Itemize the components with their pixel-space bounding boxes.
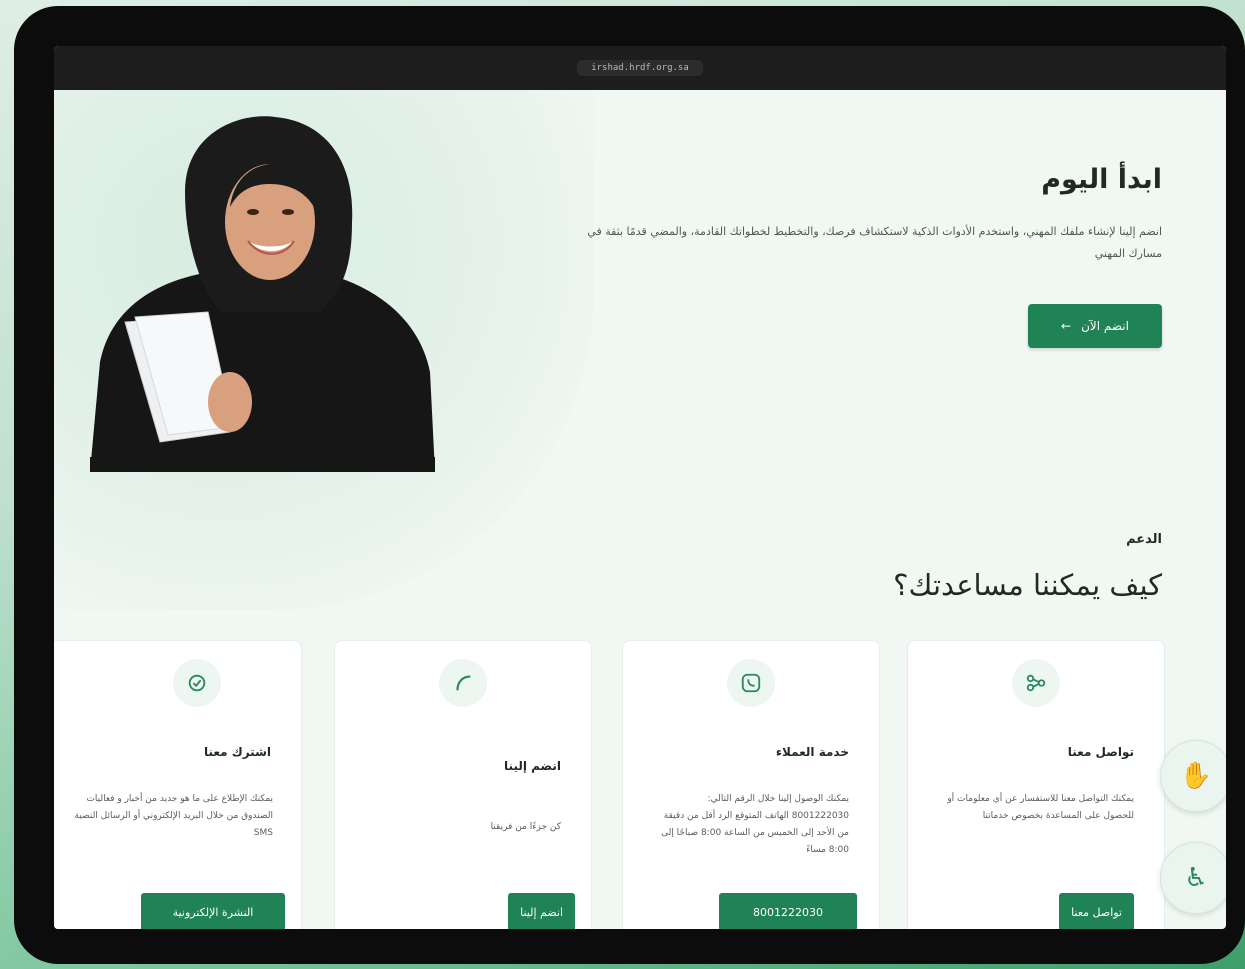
card-title: تواصل معنا — [1067, 745, 1134, 759]
join-now-label: انضم الآن — [1081, 319, 1129, 333]
card-title: خدمة العملاء — [775, 745, 849, 759]
browser-screen: irshad.hrdf.org.sa ابدأ اليوم انضم إلينا… — [54, 46, 1226, 929]
phone-number-button[interactable]: 8001222030 — [719, 893, 857, 929]
card-join-us: انضم إلينا كن جزءًا من فريقنا انضم إلينا — [334, 640, 592, 929]
card-description: يمكنك الوصول إلينا خلال الرقم التالي: 80… — [661, 794, 849, 855]
url-text[interactable]: irshad.hrdf.org.sa — [577, 60, 703, 76]
hero-woman-image — [90, 116, 435, 472]
card-subscribe: اشترك معنا يمكنك الإطلاع على ما هو جديد … — [54, 640, 302, 929]
hero-text-block: ابدأ اليوم انضم إلينا لإنشاء ملفك المهني… — [582, 164, 1162, 265]
browser-address-bar: irshad.hrdf.org.sa — [54, 46, 1226, 90]
arrow-left-icon: ← — [1061, 319, 1072, 333]
card-customer-service: خدمة العملاء يمكنك الوصول إلينا خلال الر… — [622, 640, 880, 929]
support-title: كيف يمكننا مساعدتك؟ — [893, 568, 1162, 602]
card-description: يمكنك الإطلاع على ما هو جديد من أخبار و … — [74, 794, 273, 838]
card-title: اشترك معنا — [203, 745, 271, 759]
card-title: انضم إلينا — [504, 759, 561, 773]
share-icon — [1012, 659, 1060, 707]
hero-description: انضم إلينا لإنشاء ملفك المهني، واستخدم ا… — [587, 225, 1162, 260]
card-contact-us: تواصل معنا يمكنك التواصل معنا للاستفسار … — [907, 640, 1165, 929]
whatsapp-icon — [727, 659, 775, 707]
support-label: الدعم — [1126, 532, 1162, 547]
join-us-button[interactable]: انضم إلينا — [508, 893, 575, 929]
phone-icon — [439, 659, 487, 707]
newsletter-button[interactable]: النشرة الإلكترونية — [141, 893, 285, 929]
card-description: كن جزءًا من فريقنا — [490, 822, 561, 832]
accessibility-icon: ♿ — [1184, 863, 1208, 893]
join-now-button[interactable]: انضم الآن ← — [1028, 304, 1162, 348]
hand-icon-button[interactable]: ✋ — [1160, 740, 1226, 812]
card-description: يمكنك التواصل معنا للاستفسار عن أي معلوم… — [947, 794, 1134, 821]
hand-icon: ✋ — [1179, 761, 1213, 791]
hero-title: ابدأ اليوم — [1041, 164, 1162, 195]
contact-us-button[interactable]: تواصل معنا — [1059, 893, 1134, 929]
tablet-frame: irshad.hrdf.org.sa ابدأ اليوم انضم إلينا… — [14, 6, 1245, 964]
accessibility-icon-button[interactable]: ♿ — [1160, 842, 1226, 914]
newsletter-icon — [173, 659, 221, 707]
